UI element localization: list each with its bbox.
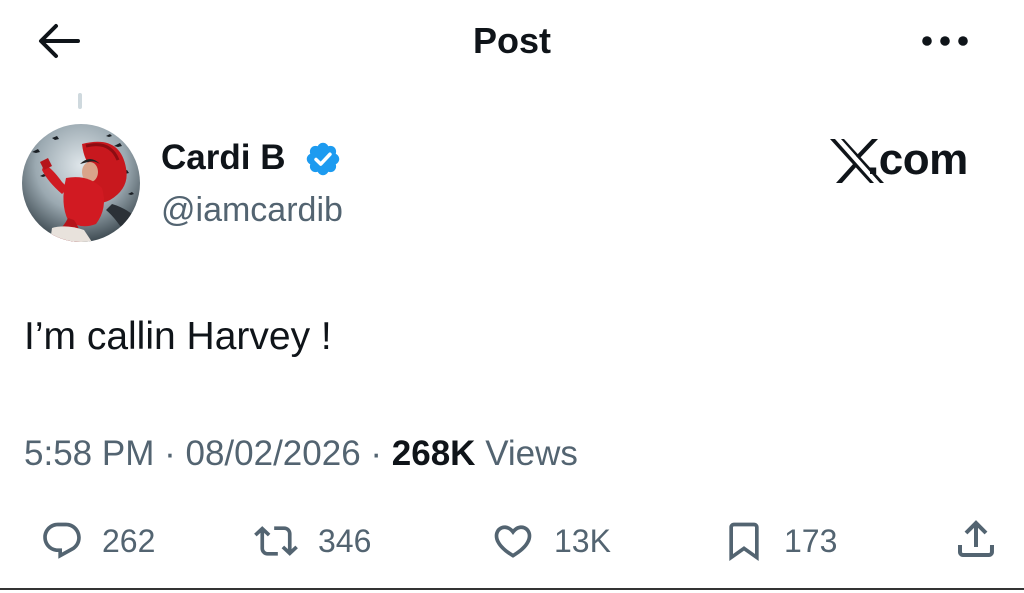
thread-connector-line	[78, 93, 82, 109]
meta-separator: ·	[370, 434, 383, 473]
more-options-button[interactable]	[918, 24, 974, 58]
views-label[interactable]: Views	[485, 434, 578, 473]
retweet-icon	[254, 526, 298, 556]
post-date[interactable]: 08/02/2026	[185, 434, 360, 473]
author-handle[interactable]: @iamcardib	[161, 188, 343, 232]
retweet-count: 346	[318, 523, 372, 559]
verified-badge-icon	[304, 140, 342, 178]
like-count: 13K	[554, 523, 611, 559]
post-meta: 5:58 PM · 08/02/2026 · 268K Views	[24, 430, 578, 478]
avatar-image	[22, 124, 140, 242]
heart-icon	[494, 525, 532, 558]
bookmark-count: 173	[784, 523, 838, 559]
meta-separator: ·	[164, 434, 176, 473]
like-button[interactable]: 13K	[490, 514, 611, 568]
avatar[interactable]	[22, 124, 140, 242]
brand-domain-text: .com	[867, 135, 968, 184]
post-text: I’m callin Harvey !	[24, 315, 332, 358]
bookmark-icon	[729, 522, 759, 562]
bookmark-button[interactable]: 173	[722, 514, 837, 568]
arrow-left-icon	[39, 24, 80, 58]
share-button[interactable]	[952, 514, 1002, 568]
bottom-divider	[0, 588, 1024, 590]
back-button[interactable]	[34, 18, 84, 64]
views-count[interactable]: 268K	[392, 434, 476, 473]
reply-count: 262	[102, 523, 156, 559]
reply-button[interactable]: 262	[40, 514, 155, 568]
share-upload-icon	[958, 520, 994, 557]
author-name[interactable]: Cardi B	[161, 136, 285, 180]
retweet-button[interactable]: 346	[252, 514, 371, 568]
more-horizontal-icon	[922, 36, 968, 46]
reply-bubble-icon	[43, 522, 81, 559]
post-time[interactable]: 5:58 PM	[24, 434, 154, 473]
page-title: Post	[472, 20, 551, 61]
